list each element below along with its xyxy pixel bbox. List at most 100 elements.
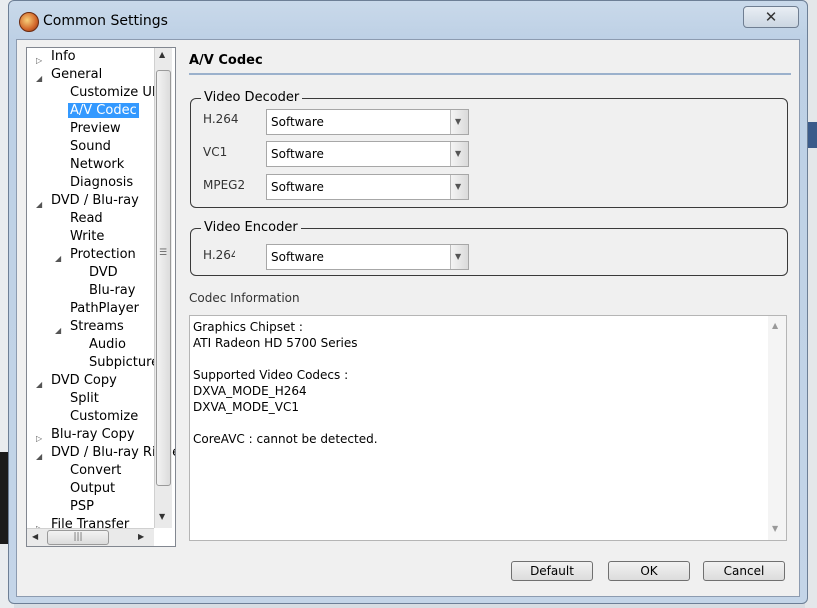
codec-info-line: Graphics Chipset :: [193, 320, 303, 334]
decoder-vc1-value: Software: [271, 147, 324, 161]
decoder-h264-label: H.264: [203, 112, 239, 126]
tree-item[interactable]: Sound: [68, 138, 113, 156]
section-divider: [189, 73, 791, 75]
tree-item-label: Output: [70, 481, 116, 496]
tree-item-label: Write: [70, 229, 105, 244]
section-title: A/V Codec: [189, 53, 263, 68]
common-settings-dialog: Common Settings ✕ ▷ Info ◢ General Customize…: [8, 0, 808, 604]
tree-scroll-thumb[interactable]: [156, 70, 171, 486]
codec-info-line: ATI Radeon HD 5700 Series: [193, 336, 358, 350]
close-button[interactable]: ✕: [743, 6, 799, 28]
tree-item-label: Read: [70, 211, 103, 226]
tree-horizontal-scrollbar[interactable]: ◀ ||| ▶: [27, 528, 154, 546]
tree-item-label: DVD / Blu-ray: [51, 193, 139, 208]
tree-item[interactable]: Output: [68, 480, 117, 498]
tree-item-label: Customize: [70, 409, 139, 424]
encoder-h264-label: H.264: [203, 248, 235, 262]
tree-vertical-scrollbar[interactable]: ▲ ☰ ▼: [154, 48, 172, 528]
video-decoder-title: Video Decoder: [201, 90, 303, 106]
tree-item-label: Blu-ray: [89, 283, 136, 298]
tree-item-label: Convert: [70, 463, 122, 478]
decoder-vc1-dropdown[interactable]: ▼: [450, 142, 468, 166]
tree-item[interactable]: DVD: [87, 264, 120, 282]
tree-item[interactable]: Subpicture: [87, 354, 161, 372]
tree-item[interactable]: ◢ DVD Copy: [36, 372, 119, 390]
tree-item[interactable]: PathPlayer: [68, 300, 141, 318]
collapse-arrow-icon[interactable]: ◢: [36, 448, 42, 466]
tree-item-label: Protection: [70, 247, 136, 262]
tree-item-label: Diagnosis: [70, 175, 134, 190]
decoder-mpeg2-value: Software: [271, 180, 324, 194]
tree-item-label: Sound: [70, 139, 111, 154]
codec-info-line: Supported Video Codecs :: [193, 368, 349, 382]
scroll-down-icon[interactable]: ▼: [159, 512, 165, 521]
scroll-left-icon[interactable]: ◀: [32, 532, 38, 541]
decoder-vc1-select[interactable]: Software ▼: [266, 141, 469, 167]
collapse-arrow-icon[interactable]: ◢: [55, 322, 61, 340]
tree-item[interactable]: ▷ Blu-ray Copy: [36, 426, 137, 444]
chevron-down-icon: ▼: [455, 252, 462, 261]
scroll-up-icon[interactable]: ▲: [772, 321, 778, 330]
decoder-mpeg2-dropdown[interactable]: ▼: [450, 175, 468, 199]
tree-item-label: Subpicture: [89, 355, 160, 370]
expand-arrow-icon[interactable]: ▷: [36, 430, 42, 448]
decoder-h264-dropdown[interactable]: ▼: [450, 110, 468, 134]
collapse-arrow-icon[interactable]: ◢: [36, 376, 42, 394]
encoder-h264-select[interactable]: Software ▼: [266, 244, 469, 270]
scroll-down-icon[interactable]: ▼: [772, 524, 778, 533]
decoder-vc1-label: VC1: [203, 145, 228, 159]
codec-information-label: Codec Information: [189, 291, 300, 305]
chevron-down-icon: ▼: [455, 117, 462, 126]
collapse-arrow-icon[interactable]: ◢: [36, 70, 42, 88]
tree-item[interactable]: Split: [68, 390, 101, 408]
codec-info-scrollbar[interactable]: ▲ ▼: [768, 316, 786, 540]
scroll-right-icon[interactable]: ▶: [138, 532, 144, 541]
tree-item[interactable]: Convert: [68, 462, 123, 480]
codec-information-textbox[interactable]: Graphics Chipset : ATI Radeon HD 5700 Ser…: [189, 315, 787, 541]
tree-item[interactable]: ◢ DVD / Blu-ray: [36, 192, 141, 210]
tree-item[interactable]: Customize: [68, 408, 140, 426]
app-icon: [19, 12, 39, 32]
encoder-h264-dropdown[interactable]: ▼: [450, 245, 468, 269]
default-button[interactable]: Default: [511, 561, 593, 581]
tree-item[interactable]: ◢ Protection: [55, 246, 138, 264]
tree-item[interactable]: Preview: [68, 120, 123, 138]
tree-item[interactable]: ▷ Info: [36, 48, 78, 66]
expand-arrow-icon[interactable]: ▷: [36, 52, 42, 70]
tree-item[interactable]: Blu-ray: [87, 282, 137, 300]
video-encoder-title: Video Encoder: [201, 220, 301, 236]
collapse-arrow-icon[interactable]: ◢: [55, 250, 61, 268]
tree-item[interactable]: Read: [68, 210, 105, 228]
tree-item-label: Network: [70, 157, 125, 172]
tree-item-label: A/V Codec: [68, 103, 139, 118]
tree-item-label: PSP: [70, 499, 94, 514]
ok-button[interactable]: OK: [608, 561, 690, 581]
tree-item[interactable]: Audio: [87, 336, 128, 354]
tree-item[interactable]: Diagnosis: [68, 174, 135, 192]
tree-item[interactable]: Network: [68, 156, 126, 174]
codec-info-line: DXVA_MODE_H264: [193, 384, 307, 398]
cancel-button[interactable]: Cancel: [703, 561, 785, 581]
tree-item-label: Audio: [89, 337, 126, 352]
decoder-mpeg2-select[interactable]: Software ▼: [266, 174, 469, 200]
tree-hscroll-thumb[interactable]: |||: [47, 530, 109, 545]
tree-item[interactable]: ◢ Streams: [55, 318, 126, 336]
tree-item-label: Streams: [70, 319, 124, 334]
tree-item-label: Customize UI: [70, 85, 156, 100]
title-bar[interactable]: Common Settings ✕: [9, 1, 807, 41]
settings-tree[interactable]: ▷ Info ◢ General Customize UI A/V Codec Previe…: [26, 47, 176, 547]
scroll-up-icon[interactable]: ▲: [159, 50, 165, 59]
collapse-arrow-icon[interactable]: ◢: [36, 196, 42, 214]
video-decoder-group: Video Decoder H.264 Software ▼ VC1 Softw…: [190, 90, 788, 208]
tree-item-label: Preview: [70, 121, 121, 136]
decoder-h264-select[interactable]: Software ▼: [266, 109, 469, 135]
tree-item[interactable]: Write: [68, 228, 106, 246]
codec-info-line: DXVA_MODE_VC1: [193, 400, 299, 414]
tree-item[interactable]: ◢ General: [36, 66, 104, 84]
tree-item[interactable]: Customize UI: [68, 84, 158, 102]
tree-item[interactable]: PSP: [68, 498, 96, 516]
window-title: Common Settings: [43, 13, 168, 29]
tree-item[interactable]: A/V Codec: [68, 102, 139, 120]
grip-icon: ☰: [159, 248, 168, 258]
tree-item-label: Split: [70, 391, 99, 406]
